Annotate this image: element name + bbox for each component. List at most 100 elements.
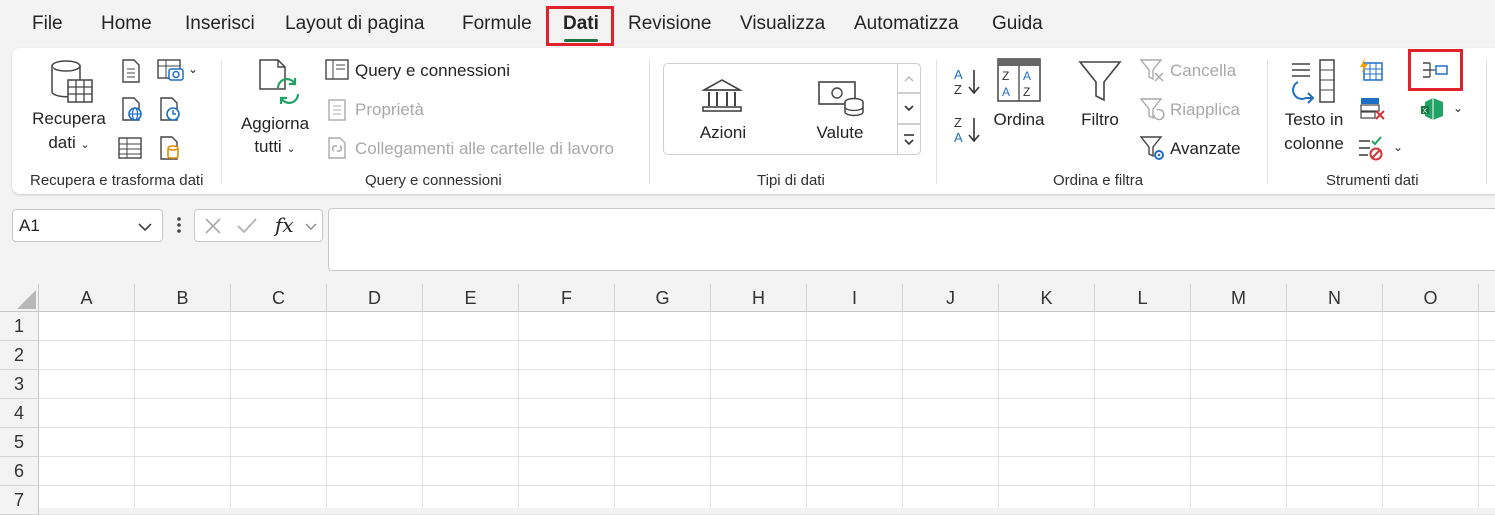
properties-icon — [327, 98, 349, 127]
group-label-data-types: Tipi di dati — [757, 172, 825, 189]
tab-formulas[interactable]: Formule — [462, 10, 532, 38]
highlight-box-consolidate — [1408, 49, 1463, 91]
column-header-i[interactable]: I — [807, 284, 903, 312]
insert-function-button[interactable]: fx — [275, 214, 294, 236]
sort-button[interactable]: Ordina — [985, 109, 1053, 131]
column-header-e[interactable]: E — [423, 284, 519, 312]
column-header-l[interactable]: L — [1095, 284, 1191, 312]
column-header-c[interactable]: C — [231, 284, 327, 312]
column-header-a[interactable]: A — [39, 284, 135, 312]
column-header-g[interactable]: G — [615, 284, 711, 312]
grid-column-line — [134, 312, 135, 508]
chevron-down-icon: ⌄ — [286, 143, 296, 155]
column-header-h[interactable]: H — [711, 284, 807, 312]
column-header-overflow — [1479, 284, 1495, 312]
column-header-k[interactable]: K — [999, 284, 1095, 312]
gallery-scroll-down-button[interactable] — [897, 93, 921, 124]
text-to-columns-button-line2[interactable]: colonne — [1274, 133, 1354, 155]
formula-input[interactable] — [328, 208, 1495, 271]
get-data-button-line2[interactable]: dati ⌄ — [28, 132, 110, 156]
grid-row-line — [39, 456, 1495, 457]
text-to-columns-button[interactable]: Testo in — [1274, 109, 1354, 131]
tab-home[interactable]: Home — [101, 10, 152, 38]
row-header-3[interactable]: 3 — [0, 370, 39, 399]
from-text-icon[interactable] — [120, 58, 142, 89]
column-header-j[interactable]: J — [903, 284, 999, 312]
filter-button[interactable]: Filtro — [1066, 109, 1134, 131]
relationships-icon[interactable]: X — [1421, 96, 1447, 125]
group-separator — [936, 60, 937, 184]
from-table-icon[interactable] — [118, 136, 142, 165]
column-header-m[interactable]: M — [1191, 284, 1287, 312]
remove-duplicates-icon[interactable] — [1360, 97, 1386, 126]
grid-column-line — [710, 312, 711, 508]
edit-links-icon — [327, 136, 349, 165]
tab-automate[interactable]: Automatizza — [854, 10, 959, 38]
queries-connections-icon — [325, 59, 349, 86]
svg-text:Z: Z — [1002, 69, 1009, 83]
chevron-down-icon[interactable]: ⌄ — [188, 62, 198, 76]
tab-insert[interactable]: Inserisci — [185, 10, 255, 38]
chevron-down-icon[interactable] — [304, 216, 318, 241]
tab-view[interactable]: Visualizza — [740, 10, 825, 38]
name-box[interactable]: A1 — [12, 209, 163, 242]
grid-column-line — [230, 312, 231, 508]
name-box-value: A1 — [19, 216, 40, 235]
get-data-button[interactable]: Recupera — [28, 108, 110, 130]
recent-sources-icon[interactable] — [158, 96, 182, 127]
more-options-icon[interactable] — [176, 216, 182, 239]
from-picture-icon[interactable] — [157, 59, 185, 88]
svg-text:Z: Z — [1023, 85, 1030, 99]
currencies-button[interactable]: Valute — [800, 122, 880, 144]
row-header-1[interactable]: 1 — [0, 312, 39, 341]
column-header-d[interactable]: D — [327, 284, 423, 312]
text-to-columns-icon — [1288, 58, 1338, 109]
advanced-filter-button[interactable]: Avanzate — [1170, 138, 1241, 160]
gallery-more-button[interactable] — [897, 124, 921, 155]
row-header-2[interactable]: 2 — [0, 341, 39, 370]
column-header-f[interactable]: F — [519, 284, 615, 312]
select-all-corner[interactable] — [0, 284, 39, 312]
grid-column-line — [1190, 312, 1191, 508]
row-header-7[interactable]: 7 — [0, 486, 39, 515]
cancel-icon[interactable] — [203, 217, 223, 240]
gallery-scroll-up-button[interactable] — [897, 63, 921, 93]
tab-review[interactable]: Revisione — [628, 10, 711, 38]
column-header-o[interactable]: O — [1383, 284, 1479, 312]
tab-file[interactable]: File — [32, 10, 63, 38]
flash-fill-icon[interactable] — [1358, 58, 1384, 87]
column-header-n[interactable]: N — [1287, 284, 1383, 312]
row-header-4[interactable]: 4 — [0, 399, 39, 428]
grid-column-line — [1286, 312, 1287, 508]
existing-connections-icon[interactable] — [158, 135, 182, 166]
grid-column-line — [422, 312, 423, 508]
sort-dialog-icon: ZAAZ — [997, 58, 1041, 107]
stocks-button[interactable]: Azioni — [683, 122, 763, 144]
svg-text:A: A — [954, 67, 963, 82]
enter-check-icon[interactable] — [236, 217, 258, 240]
sort-a-to-z-icon[interactable]: AZ — [952, 66, 982, 103]
from-web-icon[interactable] — [120, 96, 144, 127]
group-separator — [1267, 60, 1268, 184]
reapply-filter-button[interactable]: Riapplica — [1170, 99, 1240, 121]
refresh-all-button-line2[interactable]: tutti ⌄ — [232, 136, 318, 160]
tab-help[interactable]: Guida — [992, 10, 1043, 38]
clear-filter-button[interactable]: Cancella — [1170, 60, 1236, 82]
properties-button[interactable]: Proprietà — [355, 99, 424, 121]
edit-links-button[interactable]: Collegamenti alle cartelle di lavoro — [355, 138, 614, 160]
row-header-6[interactable]: 6 — [0, 457, 39, 486]
spreadsheet-grid[interactable]: ABCDEFGHIJKLMNO 1234567 — [0, 284, 1495, 515]
menu-bar: File Home Inserisci Layout di pagina For… — [0, 0, 1495, 48]
queries-connections-button[interactable]: Query e connessioni — [355, 60, 510, 82]
chevron-down-icon[interactable]: ⌄ — [1453, 101, 1463, 115]
data-validation-icon[interactable] — [1358, 136, 1386, 167]
grid-column-line — [902, 312, 903, 508]
sort-z-to-a-icon[interactable]: ZA — [952, 114, 982, 151]
column-header-b[interactable]: B — [135, 284, 231, 312]
row-header-5[interactable]: 5 — [0, 428, 39, 457]
chevron-down-icon[interactable]: ⌄ — [1393, 140, 1403, 154]
refresh-all-button[interactable]: Aggiorna — [232, 113, 318, 135]
chevron-down-icon[interactable] — [137, 216, 153, 241]
grid-row-line — [39, 485, 1495, 486]
tab-page-layout[interactable]: Layout di pagina — [285, 10, 424, 38]
